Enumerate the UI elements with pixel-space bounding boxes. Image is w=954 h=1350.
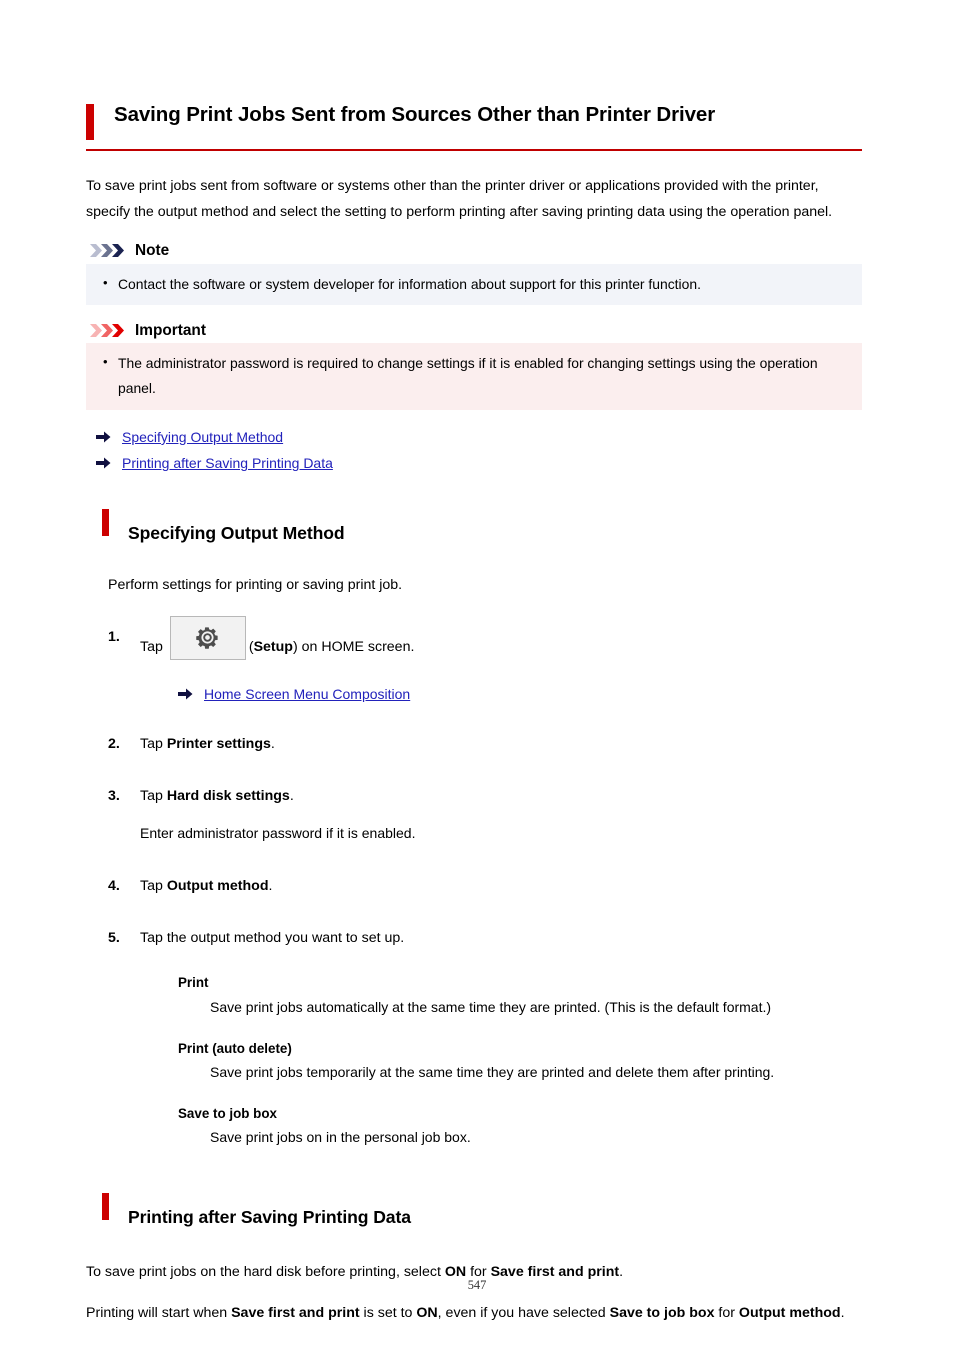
note-heading: Note — [90, 243, 862, 259]
section-heading-specifying-output-method: Specifying Output Method — [102, 508, 862, 558]
toc-link-row[interactable]: Specifying Output Method — [96, 428, 862, 448]
step-list: Tap (Setup) on HOME screen. Home Screen … — [86, 615, 862, 1151]
step-4-suffix: . — [268, 878, 273, 895]
page-number: 547 — [467, 1278, 487, 1292]
p2-part-c: , even if you have selected — [437, 1304, 610, 1321]
step-1-prefix: Tap — [140, 638, 163, 655]
section-heading-printing-after-saving: Printing after Saving Printing Data — [102, 1192, 862, 1242]
step-item-5: Tap the output method you want to set up… — [102, 926, 862, 1150]
definition-term: Print (auto delete) — [178, 1040, 292, 1056]
section-title: Printing after Saving Printing Data — [128, 1206, 411, 1227]
document-page: Saving Print Jobs Sent from Sources Othe… — [0, 0, 954, 1350]
section-title: Specifying Output Method — [128, 522, 345, 543]
page-title: Saving Print Jobs Sent from Sources Othe… — [114, 102, 716, 126]
p2-part-e: . — [840, 1304, 845, 1321]
p2-part-b: is set to — [359, 1304, 417, 1321]
p2-bold-on: ON — [416, 1304, 438, 1321]
step-3-note: Enter administrator password if it is en… — [140, 825, 416, 842]
step-2-suffix: . — [270, 736, 275, 753]
step-3-suffix: . — [289, 788, 294, 805]
important-label: Important — [135, 321, 206, 339]
step-3-text: Tap Hard disk settings. — [140, 784, 862, 808]
step-4-bold: Output method — [166, 878, 269, 895]
printing-after-saving-paragraph-2: Printing will start when Save first and … — [86, 1300, 850, 1326]
arrow-right-icon — [178, 688, 193, 703]
p2-bold-save-first-and-print: Save first and print — [231, 1304, 360, 1321]
step-2-bold: Printer settings — [166, 736, 271, 753]
definition-description: Save print jobs temporarily at the same … — [210, 1064, 775, 1081]
section-lead-text: Perform settings for printing or saving … — [108, 577, 403, 594]
step-1-bold-setup: Setup — [253, 638, 293, 655]
page-title-block: Saving Print Jobs Sent from Sources Othe… — [86, 102, 862, 152]
title-accent-bar — [86, 103, 94, 140]
step-item-1: Tap (Setup) on HOME screen. Home Screen … — [102, 615, 862, 705]
step-1-link-row[interactable]: Home Screen Menu Composition — [178, 685, 862, 705]
note-box: Contact the software or system developer… — [86, 263, 862, 306]
note-list: Contact the software or system developer… — [96, 271, 850, 297]
toc-link-row[interactable]: Printing after Saving Printing Data — [96, 454, 862, 474]
step-1-suffix: ) on HOME screen. — [292, 638, 415, 655]
important-heading: Important — [90, 322, 862, 338]
gear-icon[interactable] — [169, 615, 246, 660]
link-printing-after-saving-printing-data[interactable]: Printing after Saving Printing Data — [122, 454, 333, 474]
section-accent-bar — [102, 509, 109, 537]
step-item-2: Tap Printer settings. — [102, 732, 862, 756]
link-home-screen-menu-composition[interactable]: Home Screen Menu Composition — [204, 685, 410, 705]
step-3-bold: Hard disk settings — [166, 788, 290, 805]
arrow-right-icon — [96, 431, 111, 447]
definition-description: Save print jobs automatically at the sam… — [210, 998, 772, 1015]
p2-bold-output-method: Output method — [738, 1304, 841, 1321]
important-list: The administrator password is required t… — [96, 350, 850, 401]
list-item: The administrator password is required t… — [103, 350, 850, 401]
triple-chevron-right-icon — [90, 322, 128, 338]
step-2-text: Tap Printer settings. — [140, 732, 862, 756]
toc-link-list: Specifying Output Method Printing after … — [96, 428, 862, 474]
important-box: The administrator password is required t… — [86, 343, 862, 410]
step-4-text: Tap Output method. — [140, 874, 862, 898]
note-label: Note — [135, 241, 170, 259]
p2-bold-save-to-job-box: Save to job box — [609, 1304, 715, 1321]
triple-chevron-right-icon — [90, 243, 128, 259]
intro-paragraph: To save print jobs sent from software or… — [86, 178, 833, 221]
step-1-text: Tap (Setup) on HOME screen. — [140, 615, 862, 669]
definition-term: Print — [178, 975, 209, 991]
definition-description: Save print jobs on in the personal job b… — [210, 1129, 471, 1146]
output-method-definition-list: Print Save print jobs automatically at t… — [178, 972, 862, 1150]
step-5-text: Tap the output method you want to set up… — [140, 930, 405, 947]
p2-part-a: Printing will start when — [86, 1304, 232, 1321]
arrow-right-icon — [96, 457, 111, 473]
step-item-3: Tap Hard disk settings. Enter administra… — [102, 784, 862, 846]
step-3-prefix: Tap — [140, 788, 167, 805]
section-accent-bar — [102, 1193, 109, 1221]
definition-term: Save to job box — [178, 1105, 277, 1121]
link-specifying-output-method[interactable]: Specifying Output Method — [122, 428, 283, 448]
list-item: Contact the software or system developer… — [103, 271, 850, 297]
step-4-prefix: Tap — [140, 878, 167, 895]
p2-part-d: for — [714, 1304, 739, 1321]
page-content: Saving Print Jobs Sent from Sources Othe… — [86, 88, 862, 1332]
step-item-4: Tap Output method. — [102, 874, 862, 898]
step-2-prefix: Tap — [140, 736, 167, 753]
